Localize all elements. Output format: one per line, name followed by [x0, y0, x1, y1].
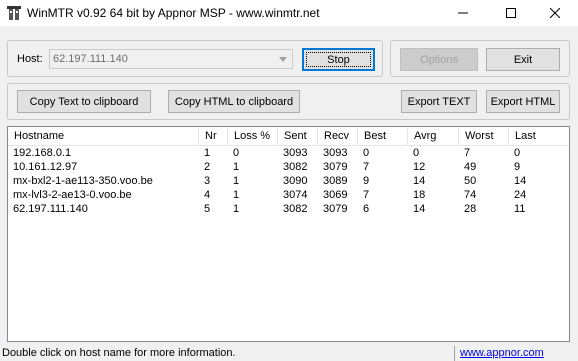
cell-nr: 1 [204, 147, 211, 159]
cell-nr: 3 [204, 175, 211, 187]
cell-hostname: 192.168.0.1 [13, 147, 72, 159]
cell-avrg: 0 [413, 147, 420, 159]
status-separator [454, 346, 455, 361]
cell-recv: 3079 [323, 161, 348, 173]
chevron-down-icon [279, 56, 287, 62]
minimize-button[interactable] [440, 0, 486, 26]
maximize-button[interactable] [488, 0, 534, 26]
exit-button[interactable]: Exit [486, 48, 560, 71]
cell-loss: 0 [233, 147, 240, 159]
cell-worst: 74 [464, 189, 477, 201]
title-bar[interactable]: WinMTR v0.92 64 bit by Appnor MSP - www.… [0, 0, 578, 26]
cell-last: 11 [514, 203, 526, 215]
minimize-icon [458, 12, 468, 14]
export-text-button-label: Export TEXT [407, 95, 471, 108]
exit-button-label: Exit [513, 53, 533, 66]
cell-nr: 5 [204, 203, 211, 215]
table-header: Hostname Nr Loss % Sent Recv Best Avrg W… [8, 127, 569, 146]
cell-recv: 3089 [323, 175, 348, 187]
cell-avrg: 12 [413, 161, 426, 173]
close-icon [550, 8, 560, 18]
close-button[interactable] [532, 0, 578, 26]
col-header-loss[interactable]: Loss % [228, 127, 278, 146]
cell-nr: 4 [204, 189, 211, 201]
table-row[interactable]: mx-bxl2-1-ae113-350.voo.be 3 1 3090 3089… [8, 174, 569, 188]
export-html-button[interactable]: Export HTML [486, 90, 560, 113]
window-title: WinMTR v0.92 64 bit by Appnor MSP - www.… [27, 6, 320, 20]
cell-last: 0 [514, 147, 521, 159]
table-row[interactable]: 10.161.12.97 2 1 3082 3079 7 12 49 9 [8, 160, 569, 174]
cell-hostname: 62.197.111.140 [13, 203, 88, 215]
stop-button[interactable]: Stop [302, 48, 375, 71]
options-button-label: Options [420, 53, 458, 66]
copy-text-button-label: Copy Text to clipboard [29, 95, 139, 108]
host-value: 62.197.111.140 [53, 53, 128, 65]
host-combobox[interactable]: 62.197.111.140 [49, 49, 293, 69]
cell-sent: 3082 [283, 203, 308, 215]
cell-avrg: 14 [413, 203, 426, 215]
host-label: Host: [17, 53, 43, 65]
cell-recv: 3093 [323, 147, 348, 159]
focus-rect [306, 52, 371, 67]
status-bar: Double click on host name for more infor… [0, 344, 578, 361]
cell-recv: 3069 [323, 189, 348, 201]
table-row[interactable]: 192.168.0.1 1 0 3093 3093 0 0 7 0 [8, 146, 569, 160]
cell-worst: 28 [464, 203, 477, 215]
export-text-button[interactable]: Export TEXT [401, 90, 477, 113]
cell-sent: 3082 [283, 161, 308, 173]
cell-best: 7 [363, 189, 370, 201]
cell-last: 14 [514, 175, 527, 187]
cell-best: 6 [363, 203, 370, 215]
table-row[interactable]: mx-lvl3-2-ae13-0.voo.be 4 1 3074 3069 7 … [8, 188, 569, 202]
cell-avrg: 18 [413, 189, 426, 201]
cell-hostname: mx-lvl3-2-ae13-0.voo.be [13, 189, 132, 201]
cell-hostname: mx-bxl2-1-ae113-350.voo.be [13, 175, 153, 187]
cell-sent: 3093 [283, 147, 308, 159]
cell-loss: 1 [233, 189, 240, 201]
col-header-nr[interactable]: Nr [199, 127, 228, 146]
cell-sent: 3090 [283, 175, 308, 187]
cell-loss: 1 [233, 161, 240, 173]
options-button[interactable]: Options [400, 48, 478, 71]
table-row[interactable]: 62.197.111.140 5 1 3082 3079 6 14 28 11 [8, 202, 569, 216]
cell-last: 9 [514, 161, 521, 173]
col-header-recv[interactable]: Recv [318, 127, 358, 146]
col-header-avrg[interactable]: Avrg [408, 127, 459, 146]
cell-last: 24 [514, 189, 527, 201]
col-header-best[interactable]: Best [358, 127, 408, 146]
export-html-button-label: Export HTML [490, 95, 556, 108]
cell-recv: 3079 [323, 203, 348, 215]
copy-html-button-label: Copy HTML to clipboard [174, 95, 294, 108]
cell-loss: 1 [233, 175, 240, 187]
col-header-hostname[interactable]: Hostname [8, 127, 199, 146]
copy-html-button[interactable]: Copy HTML to clipboard [168, 90, 300, 113]
copy-text-button[interactable]: Copy Text to clipboard [17, 90, 151, 113]
cell-worst: 7 [464, 147, 471, 159]
cell-worst: 50 [464, 175, 477, 187]
status-text: Double click on host name for more infor… [2, 347, 236, 359]
results-table[interactable]: Hostname Nr Loss % Sent Recv Best Avrg W… [7, 126, 570, 342]
cell-hostname: 10.161.12.97 [13, 161, 78, 173]
col-header-last[interactable]: Last [509, 127, 569, 146]
cell-best: 9 [363, 175, 370, 187]
cell-sent: 3074 [283, 189, 308, 201]
col-header-sent[interactable]: Sent [278, 127, 318, 146]
cell-best: 0 [363, 147, 370, 159]
winmtr-icon [7, 6, 21, 20]
appnor-link[interactable]: www.appnor.com [460, 347, 544, 359]
cell-worst: 49 [464, 161, 477, 173]
dropdown-button[interactable] [275, 51, 291, 67]
cell-avrg: 14 [413, 175, 426, 187]
cell-best: 7 [363, 161, 370, 173]
col-header-worst[interactable]: Worst [459, 127, 509, 146]
maximize-icon [506, 8, 516, 18]
cell-loss: 1 [233, 203, 240, 215]
cell-nr: 2 [204, 161, 211, 173]
